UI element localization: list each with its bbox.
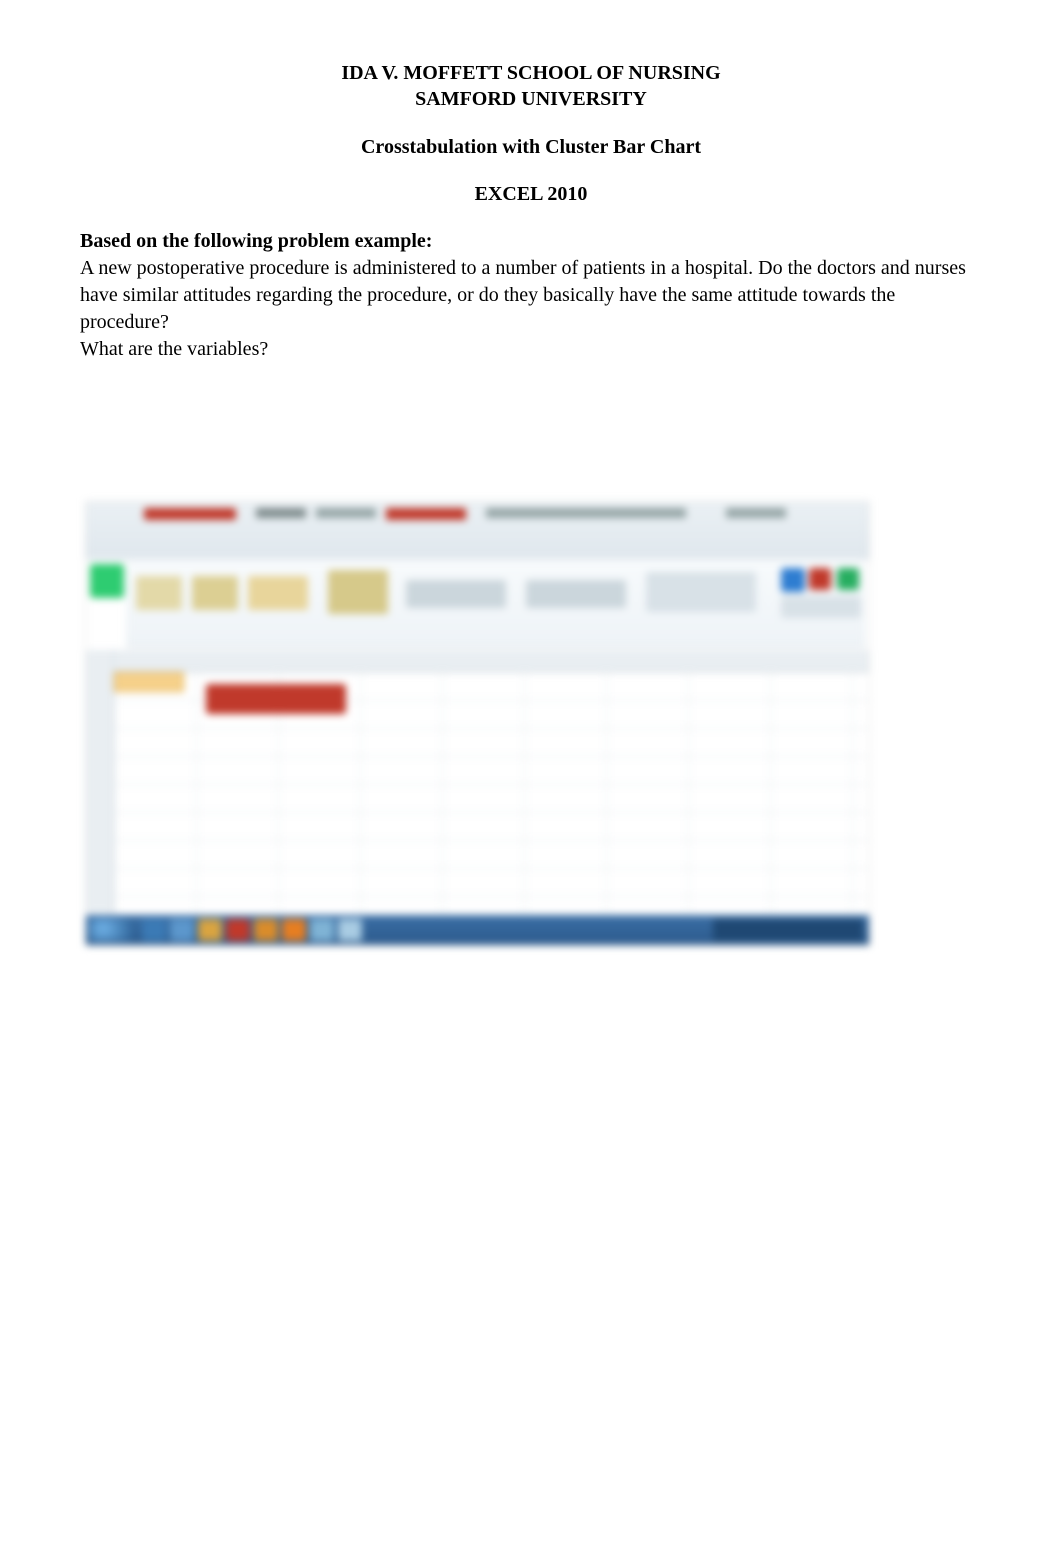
ribbon-color-icon bbox=[837, 568, 859, 590]
excel-logo-icon bbox=[90, 564, 124, 598]
header-line-1: IDA V. MOFFETT SCHOOL OF NURSING bbox=[80, 60, 982, 86]
ribbon-group bbox=[406, 580, 506, 608]
ribbon-tab bbox=[316, 508, 376, 518]
ribbon-group bbox=[526, 580, 626, 608]
excel-screenshot-blurred bbox=[85, 501, 870, 946]
ribbon-color-icon bbox=[809, 568, 831, 590]
problem-heading: Based on the following problem example: bbox=[80, 230, 982, 253]
ribbon-tab-highlight bbox=[144, 508, 236, 520]
taskbar-item bbox=[282, 919, 306, 941]
excel-ribbon bbox=[126, 562, 865, 647]
excel-titlebar-tabs bbox=[86, 502, 869, 560]
taskbar-item bbox=[170, 919, 194, 941]
taskbar-item bbox=[338, 919, 362, 941]
taskbar-item bbox=[142, 919, 166, 941]
excel-active-cell bbox=[114, 672, 184, 692]
ribbon-tab bbox=[256, 508, 306, 518]
taskbar-tray bbox=[713, 919, 863, 941]
start-button-icon bbox=[90, 919, 134, 941]
header-line-2: SAMFORD UNIVERSITY bbox=[80, 86, 982, 112]
ribbon-group bbox=[781, 596, 861, 618]
taskbar-item bbox=[310, 919, 334, 941]
ribbon-group bbox=[328, 570, 388, 614]
problem-question: What are the variables? bbox=[80, 338, 982, 361]
ribbon-tab-highlight bbox=[386, 508, 466, 520]
taskbar-item bbox=[226, 919, 250, 941]
taskbar-item bbox=[198, 919, 222, 941]
windows-taskbar bbox=[86, 915, 869, 945]
ribbon-group bbox=[192, 576, 238, 610]
excel-column-headers bbox=[114, 650, 869, 672]
document-subtitle: Crosstabulation with Cluster Bar Chart bbox=[80, 136, 982, 159]
ribbon-group bbox=[646, 572, 756, 612]
document-version: EXCEL 2010 bbox=[80, 183, 982, 206]
ribbon-tab bbox=[486, 508, 686, 518]
ribbon-color-icon bbox=[781, 568, 805, 592]
taskbar-item bbox=[254, 919, 278, 941]
document-header: IDA V. MOFFETT SCHOOL OF NURSING SAMFORD… bbox=[80, 60, 982, 112]
problem-body: A new postoperative procedure is adminis… bbox=[80, 255, 982, 336]
ribbon-group bbox=[248, 576, 308, 610]
excel-callout-box bbox=[206, 684, 346, 714]
ribbon-tab bbox=[726, 508, 786, 518]
excel-row-headers bbox=[86, 650, 114, 913]
ribbon-group bbox=[136, 576, 182, 610]
